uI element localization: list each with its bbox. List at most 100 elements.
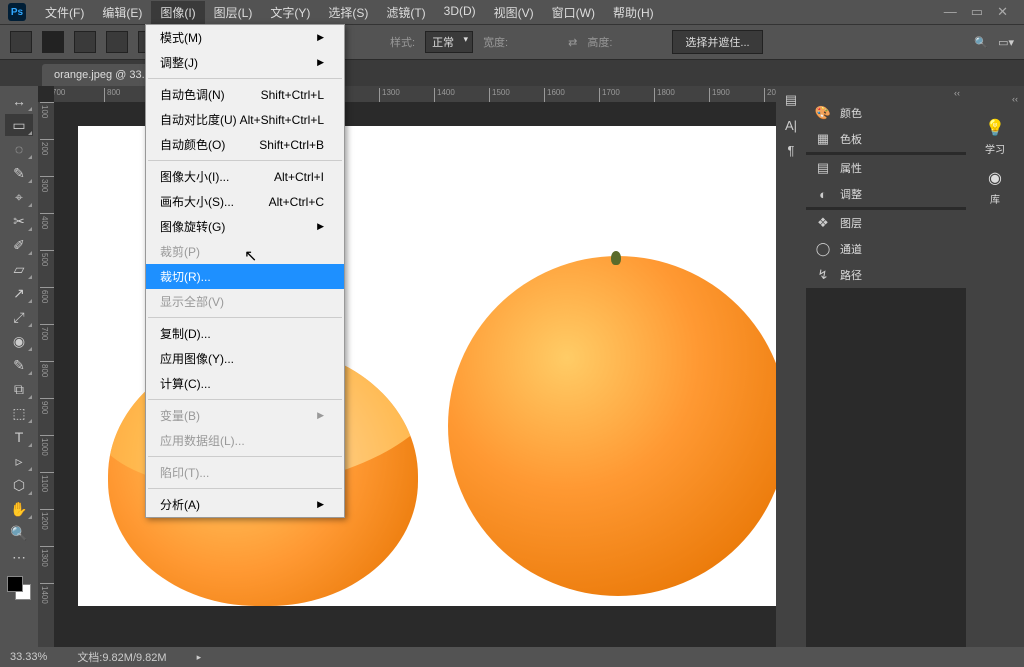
menubar: Ps 文件(F)编辑(E)图像(I)图层(L)文字(Y)选择(S)滤镜(T)3D… xyxy=(0,0,1024,24)
window-controls: ― ▭ ✕ xyxy=(944,4,1016,20)
menuitem-调整J[interactable]: 调整(J)▶ xyxy=(146,50,344,75)
menu-图像[interactable]: 图像(I) xyxy=(151,1,204,24)
paragraph-icon[interactable]: ¶ xyxy=(788,143,795,158)
status-bar: 33.33% 文档:9.82M/9.82M ▸ xyxy=(0,647,1024,667)
tool-9[interactable]: ⤢ xyxy=(5,306,33,328)
menuitem-图像旋转G[interactable]: 图像旋转(G)▶ xyxy=(146,214,344,239)
tool-16[interactable]: ⬡ xyxy=(5,474,33,496)
style-label: 样式: xyxy=(390,34,415,50)
调整-icon: ◐ xyxy=(814,187,832,202)
color-swatch[interactable] xyxy=(7,576,31,600)
menu-滤镜[interactable]: 滤镜(T) xyxy=(377,1,434,24)
panel-图层[interactable]: ❖图层 xyxy=(806,210,966,236)
tool-13[interactable]: ⬚ xyxy=(5,402,33,424)
close-icon[interactable]: ✕ xyxy=(997,4,1008,20)
tool-15[interactable]: ▹ xyxy=(5,450,33,472)
menu-视图[interactable]: 视图(V) xyxy=(485,1,543,24)
路径-icon: ↯ xyxy=(814,267,832,283)
tool-11[interactable]: ✎ xyxy=(5,354,33,376)
tool-18[interactable]: 🔍 xyxy=(5,522,33,544)
menu-3d[interactable]: 3D(D) xyxy=(435,1,485,24)
height-label: 高度: xyxy=(587,34,612,50)
menuitem-应用图像Y[interactable]: 应用图像(Y)... xyxy=(146,346,344,371)
tab-title: orange.jpeg @ 33... xyxy=(54,69,151,81)
panel-颜色[interactable]: 🎨颜色 xyxy=(806,100,966,126)
doc-size: 文档:9.82M/9.82M xyxy=(77,649,166,665)
tool-preset-icon[interactable] xyxy=(10,31,32,53)
menuitem-裁切R[interactable]: 裁切(R)... xyxy=(146,264,344,289)
image-menu-dropdown: 模式(M)▶调整(J)▶ 自动色调(N)Shift+Ctrl+L自动对比度(U)A… xyxy=(145,24,345,518)
通道-icon: ◯ xyxy=(814,241,832,257)
menu-选择[interactable]: 选择(S) xyxy=(319,1,377,24)
panel-属性[interactable]: ▤属性 xyxy=(806,155,966,181)
tool-3[interactable]: ✎ xyxy=(5,162,33,184)
swap-icon[interactable]: ⇄ xyxy=(568,36,577,49)
image-orange-whole xyxy=(448,256,776,596)
menuitem-计算C[interactable]: 计算(C)... xyxy=(146,371,344,396)
menuitem-陷印T: 陷印(T)... xyxy=(146,460,344,485)
panel-通道[interactable]: ◯通道 xyxy=(806,236,966,262)
search-icon[interactable]: 🔍 xyxy=(974,36,988,49)
tool-7[interactable]: ▱ xyxy=(5,258,33,280)
menuitem-模式M[interactable]: 模式(M)▶ xyxy=(146,25,344,50)
menuitem-分析A[interactable]: 分析(A)▶ xyxy=(146,492,344,517)
mode-icon-1[interactable] xyxy=(42,31,64,53)
menu-图层[interactable]: 图层(L) xyxy=(205,1,262,24)
mode-icon-3[interactable] xyxy=(106,31,128,53)
collapse-icon[interactable]: ‹‹ xyxy=(806,86,966,100)
tab-学习[interactable]: 💡学习 xyxy=(985,112,1005,162)
mode-icon-2[interactable] xyxy=(74,31,96,53)
tool-14[interactable]: T xyxy=(5,426,33,448)
panel-调整[interactable]: ◐调整 xyxy=(806,181,966,207)
menuitem-画布大小S[interactable]: 画布大小(S)...Alt+Ctrl+C xyxy=(146,189,344,214)
tool-12[interactable]: ⧉ xyxy=(5,378,33,400)
select-and-mask-button[interactable]: 选择并遮住... xyxy=(672,30,762,54)
collapse-icon[interactable]: ‹‹ xyxy=(966,92,1024,106)
width-label: 宽度: xyxy=(483,34,508,50)
tool-0[interactable]: ↔ xyxy=(5,90,33,112)
tool-2[interactable]: ◌ xyxy=(5,138,33,160)
tool-17[interactable]: ✋ xyxy=(5,498,33,520)
menuitem-自动色调N[interactable]: 自动色调(N)Shift+Ctrl+L xyxy=(146,82,344,107)
ruler-vertical: 1002003004005006007008009001000110012001… xyxy=(38,102,54,647)
menuitem-复制D[interactable]: 复制(D)... xyxy=(146,321,344,346)
menu-文字[interactable]: 文字(Y) xyxy=(261,1,319,24)
tool-4[interactable]: ⌖ xyxy=(5,186,33,208)
menuitem-应用数据组L: 应用数据组(L)... xyxy=(146,428,344,453)
tool-10[interactable]: ◉ xyxy=(5,330,33,352)
minimize-icon[interactable]: ― xyxy=(944,4,957,20)
align-icon[interactable]: A| xyxy=(785,118,797,133)
workspace-switcher-icon[interactable]: ▭▾ xyxy=(998,36,1014,49)
色板-icon: ▦ xyxy=(814,131,832,147)
tool-6[interactable]: ✐ xyxy=(5,234,33,256)
tab-库[interactable]: ◉库 xyxy=(985,162,1005,212)
tool-19[interactable]: ⋯ xyxy=(5,546,33,568)
menu-窗口[interactable]: 窗口(W) xyxy=(543,1,604,24)
menu-编辑[interactable]: 编辑(E) xyxy=(93,1,151,24)
panel-路径[interactable]: ↯路径 xyxy=(806,262,966,288)
status-arrow-icon[interactable]: ▸ xyxy=(197,652,202,663)
style-select[interactable]: 正常 xyxy=(425,31,473,53)
panel-dock: ▤ A| ¶ ‹‹🎨颜色▦色板 ▤属性◐调整 ❖图层◯通道↯路径 xyxy=(776,86,966,647)
menuitem-图像大小I[interactable]: 图像大小(I)...Alt+Ctrl+I xyxy=(146,164,344,189)
app-icon: Ps xyxy=(8,3,26,21)
tool-5[interactable]: ✂ xyxy=(5,210,33,232)
panel-色板[interactable]: ▦色板 xyxy=(806,126,966,152)
menu-帮助[interactable]: 帮助(H) xyxy=(604,1,663,24)
history-icon[interactable]: ▤ xyxy=(785,92,797,108)
menuitem-自动对比度U[interactable]: 自动对比度(U)Alt+Shift+Ctrl+L xyxy=(146,107,344,132)
menuitem-裁剪P: 裁剪(P) xyxy=(146,239,344,264)
collapsed-panel-icons: ▤ A| ¶ xyxy=(776,86,806,647)
panel-dock-2: ‹‹ 💡学习◉库 xyxy=(966,86,1024,647)
menuitem-自动颜色O[interactable]: 自动颜色(O)Shift+Ctrl+B xyxy=(146,132,344,157)
menuitem-变量B: 变量(B)▶ xyxy=(146,403,344,428)
图层-icon: ❖ xyxy=(814,215,832,231)
menuitem-显示全部V: 显示全部(V) xyxy=(146,289,344,314)
maximize-icon[interactable]: ▭ xyxy=(971,4,983,20)
颜色-icon: 🎨 xyxy=(814,105,832,121)
tools-panel: ↔▭◌✎⌖✂✐▱↗⤢◉✎⧉⬚T▹⬡✋🔍⋯ xyxy=(0,86,38,647)
zoom-level[interactable]: 33.33% xyxy=(10,651,47,663)
menu-文件[interactable]: 文件(F) xyxy=(36,1,93,24)
tool-1[interactable]: ▭ xyxy=(5,114,33,136)
tool-8[interactable]: ↗ xyxy=(5,282,33,304)
